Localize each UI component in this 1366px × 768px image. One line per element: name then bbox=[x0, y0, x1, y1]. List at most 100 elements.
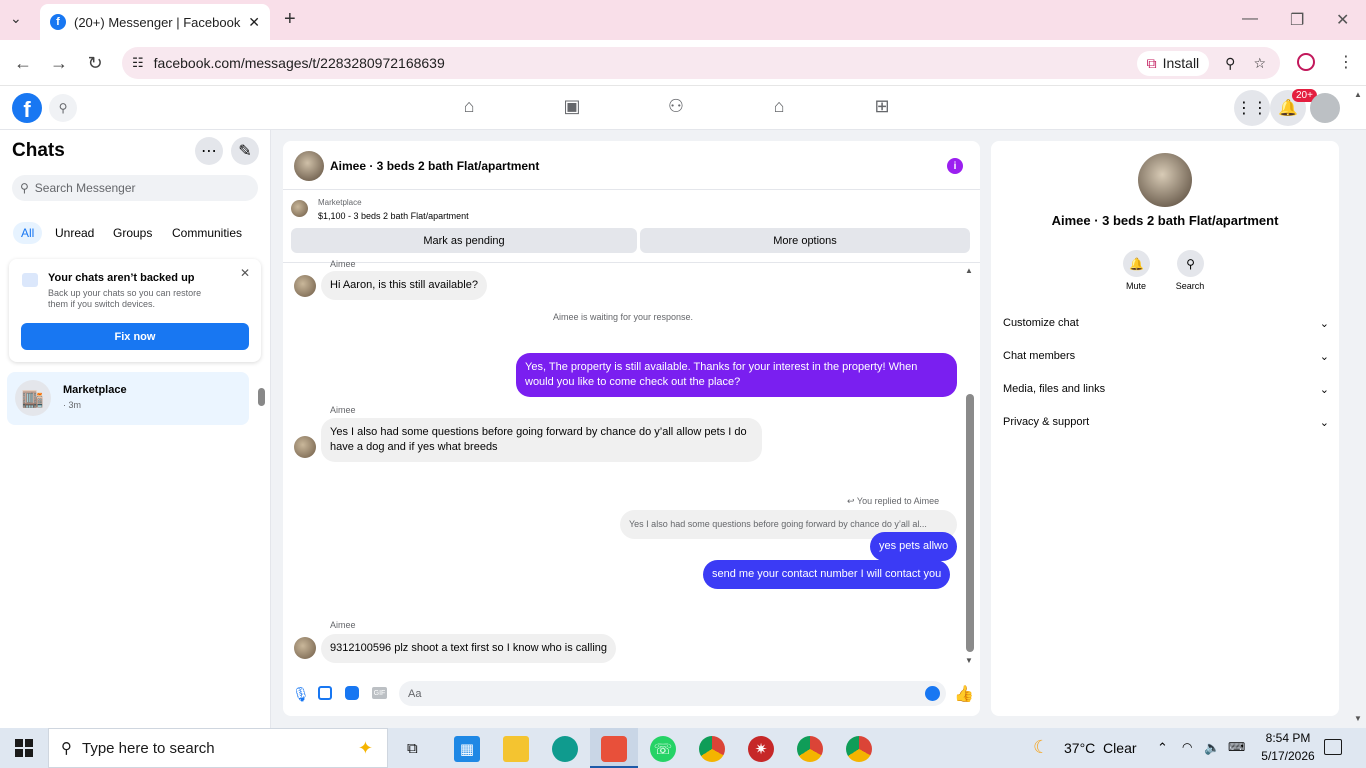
chats-sidebar bbox=[0, 130, 271, 728]
video-icon[interactable]: ▣ bbox=[558, 96, 586, 120]
reload-icon[interactable]: ↻ bbox=[84, 53, 106, 74]
address-bar[interactable]: ☷ facebook.com/messages/t/22832809721686… bbox=[122, 47, 1280, 79]
conversation-avatar[interactable] bbox=[294, 151, 324, 181]
chat-list-scrollbar[interactable] bbox=[258, 388, 265, 406]
outgoing-message[interactable]: send me your contact number I will conta… bbox=[703, 560, 951, 589]
new-tab-button[interactable]: + bbox=[284, 8, 296, 31]
microphone-icon[interactable]: 🎙 bbox=[292, 686, 310, 703]
facebook-logo-icon[interactable]: f bbox=[12, 93, 42, 123]
like-thumb-icon[interactable]: 👍 bbox=[954, 684, 974, 704]
zoom-icon[interactable]: ⚲ bbox=[1225, 55, 1235, 72]
close-window-icon[interactable]: ✕ bbox=[1336, 10, 1349, 30]
sender-avatar[interactable] bbox=[294, 637, 316, 659]
microsoft-store-icon[interactable]: ▦ bbox=[454, 736, 480, 762]
gaming-icon[interactable]: ⊞ bbox=[868, 96, 896, 120]
section-label: Media, files and links bbox=[1003, 383, 1106, 395]
incoming-message[interactable]: Hi Aaron, is this still available? bbox=[321, 271, 487, 300]
tab-list-button[interactable]: ⌄ bbox=[10, 10, 22, 27]
clock-date[interactable]: 5/17/2026 bbox=[1254, 749, 1322, 763]
close-tab-icon[interactable]: ✕ bbox=[248, 14, 260, 31]
sticker-icon[interactable] bbox=[345, 686, 359, 700]
forward-icon[interactable]: → bbox=[48, 53, 70, 74]
tray-chevron-up-icon[interactable]: ⌃ bbox=[1157, 740, 1168, 756]
gif-icon[interactable]: GIF bbox=[372, 687, 387, 699]
file-explorer-icon[interactable] bbox=[503, 736, 529, 762]
weather-text[interactable]: 37°C Clear bbox=[1064, 740, 1137, 756]
emoji-icon[interactable] bbox=[925, 686, 940, 701]
fix-now-button[interactable]: Fix now bbox=[21, 323, 249, 350]
taskbar-search-box[interactable]: ⚲ Type here to search ✦ bbox=[48, 728, 388, 768]
clock-time[interactable]: 8:54 PM bbox=[1258, 731, 1318, 745]
menu-grid-icon[interactable]: ⋮⋮ bbox=[1234, 90, 1270, 126]
fb-search-icon[interactable]: ⚲ bbox=[49, 94, 77, 122]
search-conversation-button[interactable]: ⚲ bbox=[1177, 250, 1204, 277]
home-icon[interactable]: ⌂ bbox=[455, 96, 483, 120]
mark-as-pending-button[interactable]: Mark as pending bbox=[291, 228, 637, 253]
chat-list-item[interactable]: 🏬 Marketplace · 3m bbox=[7, 372, 249, 425]
volume-icon[interactable]: 🔈 bbox=[1204, 740, 1220, 756]
listing-thumbnail[interactable] bbox=[291, 200, 308, 217]
browser-menu-icon[interactable]: ⋮ bbox=[1338, 52, 1354, 72]
mute-label: Mute bbox=[1125, 281, 1146, 291]
chrome-profile-icon[interactable] bbox=[797, 736, 823, 762]
backup-close-icon[interactable]: ✕ bbox=[240, 266, 250, 280]
sender-avatar[interactable] bbox=[294, 275, 316, 297]
chrome-icon[interactable] bbox=[699, 736, 725, 762]
minimize-icon[interactable]: — bbox=[1242, 10, 1258, 28]
photo-icon[interactable] bbox=[318, 686, 332, 700]
game-app-icon[interactable]: ✷ bbox=[748, 736, 774, 762]
page-scroll-down-arrow[interactable]: ▼ bbox=[1354, 714, 1362, 723]
friends-icon[interactable]: ⚇ bbox=[662, 96, 690, 120]
more-options-button[interactable]: More options bbox=[640, 228, 970, 253]
profile-icon[interactable] bbox=[1297, 53, 1315, 71]
incoming-message[interactable]: Yes I also had some questions before goi… bbox=[321, 418, 762, 462]
listing-source: Marketplace bbox=[318, 198, 362, 207]
input-method-icon[interactable]: ⌨ bbox=[1228, 740, 1245, 754]
filter-communities[interactable]: Communities bbox=[164, 222, 250, 244]
page-scroll-up-arrow[interactable]: ▲ bbox=[1354, 90, 1362, 99]
chats-options-button[interactable]: ⋯ bbox=[195, 137, 223, 165]
media-files-links-section[interactable]: Media, files and links ⌄ bbox=[1003, 383, 1329, 396]
message-sender: Aimee bbox=[330, 405, 356, 415]
incoming-message[interactable]: 9312100596 plz shoot a text first so I k… bbox=[321, 634, 616, 663]
filter-all[interactable]: All bbox=[13, 222, 43, 244]
marketplace-icon[interactable]: ⌂ bbox=[765, 96, 793, 120]
install-button[interactable]: ⧉ Install bbox=[1136, 50, 1210, 76]
reply-arrow-icon: ↩ bbox=[847, 496, 857, 506]
privacy-support-section[interactable]: Privacy & support ⌄ bbox=[1003, 416, 1329, 429]
message-input[interactable]: Aa bbox=[399, 681, 946, 706]
account-avatar[interactable] bbox=[1310, 93, 1340, 123]
chrome-profile-2-icon[interactable] bbox=[846, 736, 872, 762]
whatsapp-icon[interactable]: ☏ bbox=[650, 736, 676, 762]
message-input-placeholder: Aa bbox=[408, 687, 422, 700]
search-messenger-input[interactable]: ⚲ Search Messenger bbox=[12, 175, 258, 201]
listing-title[interactable]: $1,100 - 3 beds 2 bath Flat/apartment bbox=[318, 211, 469, 221]
outgoing-message[interactable]: Yes, The property is still available. Th… bbox=[516, 353, 957, 397]
mute-button[interactable]: 🔔 bbox=[1123, 250, 1150, 277]
messages-scrollbar[interactable] bbox=[966, 394, 974, 652]
new-message-button[interactable]: ✎ bbox=[231, 137, 259, 165]
network-icon[interactable]: ◠ bbox=[1182, 740, 1192, 754]
conversation-info-icon[interactable]: i bbox=[947, 158, 963, 174]
edge-icon[interactable] bbox=[552, 736, 578, 762]
chat-members-section[interactable]: Chat members ⌄ bbox=[1003, 350, 1329, 363]
bookmark-star-icon[interactable]: ☆ bbox=[1253, 55, 1266, 72]
filter-groups[interactable]: Groups bbox=[105, 222, 160, 244]
browser-tab[interactable]: f (20+) Messenger | Facebook ✕ bbox=[40, 4, 270, 40]
restore-icon[interactable]: ❐ bbox=[1290, 10, 1304, 30]
pinned-app-icon[interactable] bbox=[601, 736, 627, 762]
scroll-up-arrow[interactable]: ▲ bbox=[965, 266, 973, 275]
back-icon[interactable]: ← bbox=[12, 53, 34, 74]
scroll-down-arrow[interactable]: ▼ bbox=[965, 656, 973, 665]
task-view-icon[interactable]: ⧉ bbox=[407, 740, 418, 757]
sender-avatar[interactable] bbox=[294, 436, 316, 458]
customize-chat-section[interactable]: Customize chat ⌄ bbox=[1003, 317, 1329, 330]
conversation-title[interactable]: Aimee · 3 beds 2 bath Flat/apartment bbox=[330, 159, 539, 173]
filter-unread[interactable]: Unread bbox=[47, 222, 102, 244]
outgoing-message[interactable]: yes pets allwo bbox=[870, 532, 958, 561]
section-label: Chat members bbox=[1003, 350, 1076, 362]
windows-start-icon[interactable] bbox=[15, 739, 33, 757]
site-info-icon[interactable]: ☷ bbox=[132, 55, 144, 71]
notification-center-icon[interactable] bbox=[1324, 739, 1342, 755]
details-avatar[interactable] bbox=[1138, 153, 1192, 207]
